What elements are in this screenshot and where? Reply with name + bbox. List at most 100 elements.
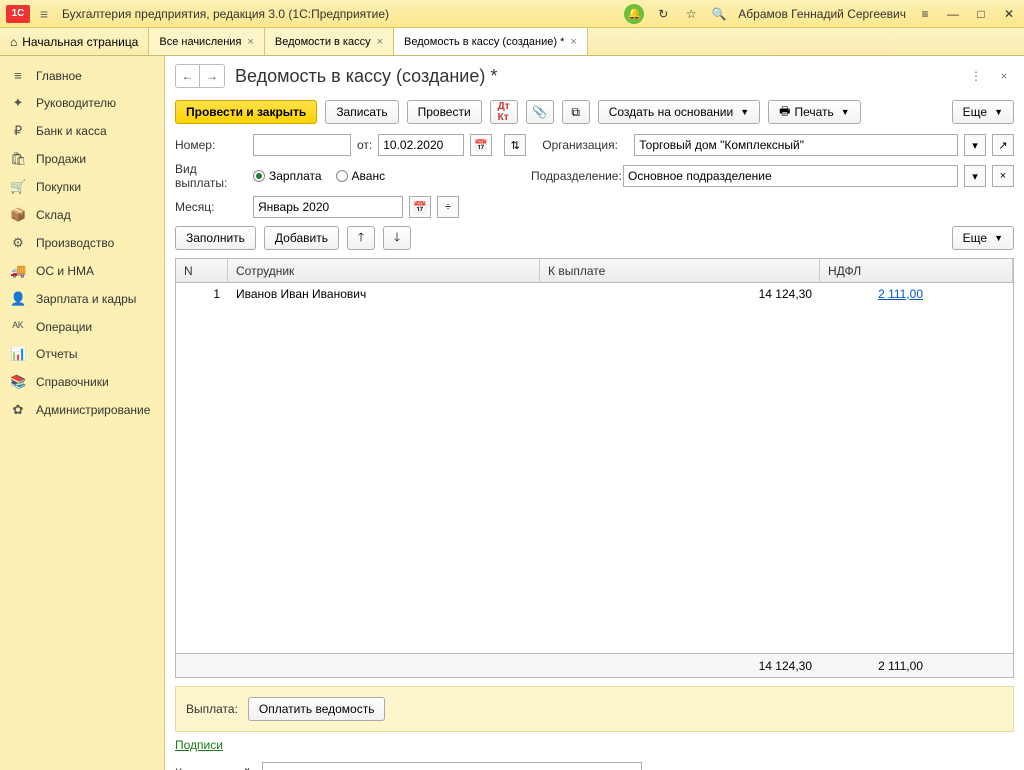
operations-icon: ᴬᴷ: [10, 319, 26, 334]
dept-select[interactable]: [623, 165, 958, 187]
payment-row: Выплата: Оплатить ведомость: [175, 686, 1014, 732]
sidebar-item-production[interactable]: ⚙Производство: [0, 229, 164, 257]
move-down-icon[interactable]: 🡓: [383, 226, 411, 250]
signatures-link[interactable]: Подписи: [165, 732, 1024, 758]
sidebar-item-salary[interactable]: 👤Зарплата и кадры: [0, 285, 164, 313]
move-up-icon[interactable]: 🡑: [347, 226, 375, 250]
post-close-button[interactable]: Провести и закрыть: [175, 100, 317, 124]
clear-icon[interactable]: ×: [992, 165, 1014, 187]
tab-label: Все начисления: [159, 36, 241, 48]
settings-toggle-icon[interactable]: ⇅: [504, 134, 526, 156]
tab-all-accruals[interactable]: Все начисления ×: [149, 28, 265, 55]
hamburger-icon[interactable]: ≡: [34, 6, 54, 22]
add-button[interactable]: Добавить: [264, 226, 339, 250]
sidebar-item-warehouse[interactable]: 📦 Склад: [0, 201, 164, 229]
sidebar-item-refs[interactable]: 📚Справочники: [0, 368, 164, 396]
warehouse-icon: 📦: [10, 207, 26, 223]
tabs-row: ⌂ Начальная страница Все начисления × Ве…: [0, 28, 1024, 56]
pay-payroll-button[interactable]: Оплатить ведомость: [248, 697, 386, 721]
chevron-down-icon: ▼: [994, 233, 1003, 243]
history-icon[interactable]: ↻: [654, 7, 672, 21]
month-input[interactable]: [253, 196, 403, 218]
sidebar-item-label: Администрирование: [36, 403, 150, 417]
write-button[interactable]: Записать: [325, 100, 398, 124]
total-ndfl: 2 111,00: [820, 655, 1013, 677]
open-icon[interactable]: ↗: [992, 134, 1014, 156]
cell-employee: Иванов Иван Иванович: [228, 285, 540, 303]
sidebar-item-label: Покупки: [36, 180, 81, 194]
spinner-icon[interactable]: ÷: [437, 196, 459, 218]
sidebar-item-reports[interactable]: 📊Отчеты: [0, 340, 164, 368]
sidebar-item-label: Производство: [36, 236, 114, 250]
sidebar-item-label: Справочники: [36, 375, 109, 389]
minimize-icon[interactable]: —: [944, 7, 962, 21]
main-icon: ≡: [10, 68, 26, 83]
create-based-button[interactable]: Создать на основании▼: [598, 100, 760, 124]
home-tab[interactable]: ⌂ Начальная страница: [0, 28, 149, 55]
sidebar: ≡Главное ✦Руководителю ₽Банк и касса 🛍Пр…: [0, 56, 165, 770]
maximize-icon[interactable]: □: [972, 7, 990, 21]
sidebar-item-admin[interactable]: ✿Администрирование: [0, 396, 164, 424]
comment-input[interactable]: [262, 762, 642, 770]
tab-label: Ведомость в кассу (создание) *: [404, 36, 564, 48]
reports-icon: 📊: [10, 346, 26, 362]
more-button[interactable]: Еще▼: [952, 100, 1014, 124]
radio-advance[interactable]: Аванс: [336, 169, 386, 183]
sidebar-item-assets[interactable]: 🚚ОС и НМА: [0, 257, 164, 285]
print-button[interactable]: 🖶Печать▼: [768, 100, 861, 124]
table-row[interactable]: 1 Иванов Иван Иванович 14 124,30 2 111,0…: [176, 283, 1013, 305]
forward-button[interactable]: →: [200, 65, 224, 87]
dropdown-icon[interactable]: ▾: [964, 134, 986, 156]
date-input[interactable]: [378, 134, 464, 156]
org-select[interactable]: [634, 134, 958, 156]
chevron-down-icon: ▼: [841, 107, 850, 117]
create-based-label: Создать на основании: [609, 105, 734, 119]
calendar-icon[interactable]: 📅: [409, 196, 431, 218]
post-button[interactable]: Провести: [407, 100, 482, 124]
payment-label: Выплата:: [186, 702, 238, 716]
attach-icon[interactable]: 📎: [526, 100, 554, 124]
sidebar-item-manager[interactable]: ✦Руководителю: [0, 89, 164, 117]
radio-dot-icon: [336, 170, 348, 182]
tab-payrolls-cash[interactable]: Ведомости в кассу ×: [265, 28, 394, 55]
col-employee[interactable]: Сотрудник: [228, 259, 540, 282]
col-ndfl[interactable]: НДФЛ: [820, 259, 1013, 282]
copy-icon[interactable]: ⧉: [562, 100, 590, 124]
col-n[interactable]: N: [176, 259, 228, 282]
menu-dots-icon[interactable]: ⋮: [966, 66, 986, 86]
sidebar-item-sales[interactable]: 🛍Продажи: [0, 145, 164, 173]
sidebar-item-purchases[interactable]: 🛒Покупки: [0, 173, 164, 201]
search-icon[interactable]: 🔍: [710, 7, 728, 21]
comment-label: Комментарий:: [175, 766, 254, 770]
close-icon[interactable]: ×: [570, 36, 576, 48]
tab-label: Ведомости в кассу: [275, 36, 371, 48]
sidebar-item-bank[interactable]: ₽Банк и касса: [0, 117, 164, 145]
more-label: Еще: [963, 231, 987, 245]
user-name[interactable]: Абрамов Геннадий Сергеевич: [738, 7, 906, 21]
close-icon[interactable]: ×: [377, 36, 383, 48]
sidebar-item-label: Склад: [36, 208, 71, 222]
dropdown-icon[interactable]: ▾: [964, 165, 986, 187]
tab-payroll-create[interactable]: Ведомость в кассу (создание) * ×: [394, 28, 588, 55]
sidebar-item-main[interactable]: ≡Главное: [0, 62, 164, 89]
content: ← → Ведомость в кассу (создание) * ⋮ × П…: [165, 56, 1024, 770]
table-more-button[interactable]: Еще ▼: [952, 226, 1014, 250]
close-page-icon[interactable]: ×: [994, 66, 1014, 86]
calendar-icon[interactable]: 📅: [470, 134, 492, 156]
back-button[interactable]: ←: [176, 65, 200, 87]
dt-kt-icon[interactable]: ДтКт: [490, 100, 518, 124]
home-tab-label: Начальная страница: [22, 35, 138, 49]
star-icon[interactable]: ☆: [682, 7, 700, 21]
col-to-pay[interactable]: К выплате: [540, 259, 820, 282]
fill-button[interactable]: Заполнить: [175, 226, 256, 250]
cell-ndfl: 2 111,00: [820, 285, 1013, 303]
sidebar-item-label: ОС и НМА: [36, 264, 94, 278]
close-window-icon[interactable]: ✕: [1000, 7, 1018, 21]
ndfl-link[interactable]: 2 111,00: [878, 287, 923, 301]
settings-icon[interactable]: ≡: [916, 7, 934, 21]
bell-icon[interactable]: 🔔: [624, 4, 644, 24]
close-icon[interactable]: ×: [247, 36, 253, 48]
radio-salary[interactable]: Зарплата: [253, 169, 322, 183]
number-input[interactable]: [253, 134, 351, 156]
sidebar-item-operations[interactable]: ᴬᴷОперации: [0, 313, 164, 340]
